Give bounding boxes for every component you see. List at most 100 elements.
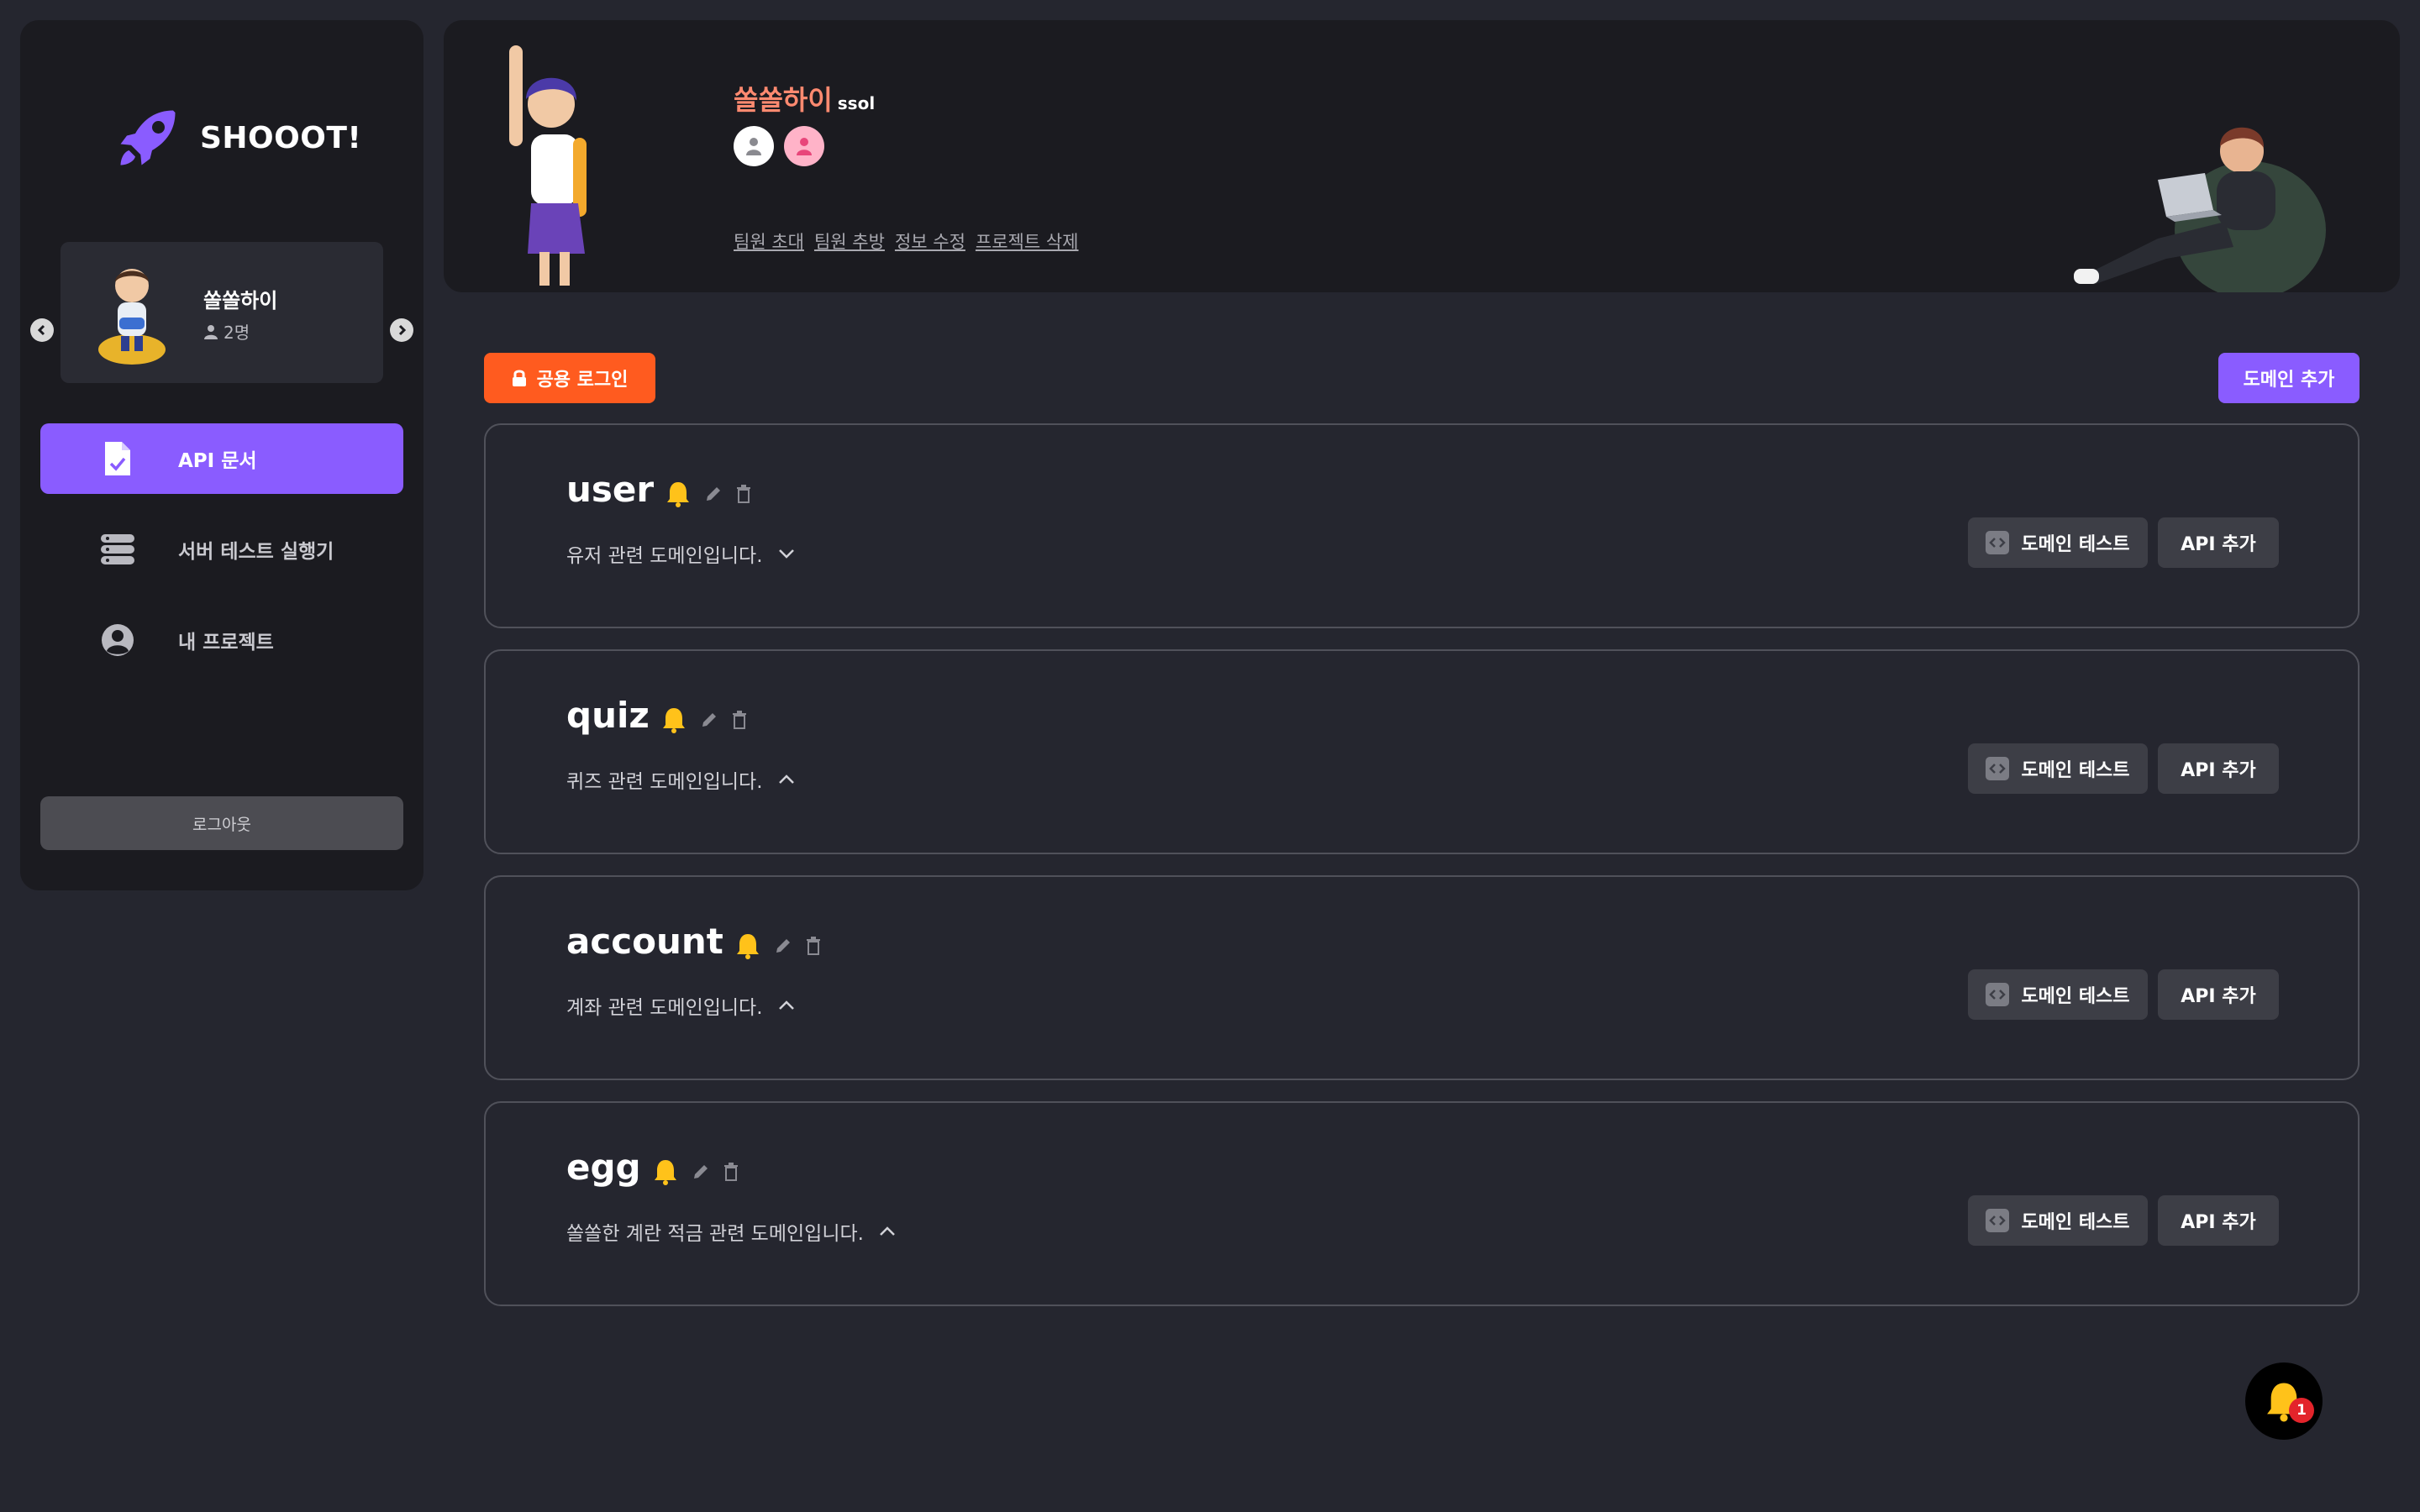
nav-label-api-docs: API 문서 bbox=[178, 450, 257, 472]
domain-card-account: account 계좌 관련 도메인입니다. 도메인 테스트 API 추가 bbox=[484, 875, 2360, 1080]
remove-member-link[interactable]: 팀원 추방 bbox=[814, 228, 885, 254]
member-avatar[interactable] bbox=[784, 126, 824, 166]
bell-icon[interactable] bbox=[666, 480, 691, 507]
edit-info-link[interactable]: 정보 수정 bbox=[895, 228, 965, 254]
project-header: 쏠쏠하이 ssol 팀원 초대 팀원 추방 정보 수정 프로젝트 삭제 bbox=[444, 20, 2400, 292]
person-icon bbox=[204, 324, 218, 339]
team-name: 쏠쏠하이 bbox=[734, 84, 833, 116]
edit-icon[interactable] bbox=[704, 485, 723, 503]
domain-description-text: 계좌 관련 도메인입니다. bbox=[566, 997, 763, 1019]
brand-name: SHOOOT! bbox=[200, 120, 362, 155]
nav-item-server-test[interactable]: 서버 테스트 실행기 bbox=[40, 514, 403, 585]
sidebar: SHOOOT! 쏠쏠하이 2명 API 문서 서버 테스트 실행기 내 프로젝트… bbox=[20, 20, 424, 890]
project-avatar bbox=[98, 269, 166, 365]
code-icon bbox=[1986, 531, 2010, 554]
project-card[interactable]: 쏠쏠하이 2명 bbox=[60, 242, 383, 383]
nav-item-api-docs[interactable]: API 문서 bbox=[40, 423, 403, 494]
api-add-button[interactable]: API 추가 bbox=[2158, 517, 2279, 568]
project-member-count: 2명 bbox=[203, 319, 250, 344]
document-check-icon bbox=[99, 440, 136, 477]
notification-badge: 1 bbox=[2289, 1398, 2314, 1423]
nav-label-my-project: 내 프로젝트 bbox=[178, 632, 274, 654]
domain-name: account bbox=[566, 921, 723, 962]
domain-tools bbox=[735, 932, 821, 959]
add-domain-button[interactable]: 도메인 추가 bbox=[2218, 353, 2360, 403]
notification-button[interactable]: 1 bbox=[2245, 1362, 2323, 1440]
chevron-down-icon[interactable] bbox=[778, 549, 795, 559]
user-circle-icon bbox=[99, 622, 136, 659]
delete-project-link[interactable]: 프로젝트 삭제 bbox=[976, 228, 1079, 254]
brand[interactable]: SHOOOT! bbox=[114, 104, 361, 171]
trash-icon[interactable] bbox=[806, 936, 821, 955]
domain-header: user bbox=[566, 469, 751, 510]
nav-label-server-test: 서버 테스트 실행기 bbox=[178, 541, 334, 563]
domain-description-text: 퀴즈 관련 도메인입니다. bbox=[566, 771, 763, 793]
domain-tools bbox=[666, 480, 751, 507]
domain-card-user: user 유저 관련 도메인입니다. 도메인 테스트 API 추가 bbox=[484, 423, 2360, 628]
chevron-right-icon bbox=[398, 324, 407, 336]
project-members-label: 2명 bbox=[224, 323, 250, 343]
person-icon bbox=[797, 138, 812, 155]
domain-header: quiz bbox=[566, 695, 747, 736]
domain-test-button[interactable]: 도메인 테스트 bbox=[1968, 1195, 2148, 1246]
api-add-button[interactable]: API 추가 bbox=[2158, 1195, 2279, 1246]
api-add-button[interactable]: API 추가 bbox=[2158, 969, 2279, 1020]
header-links: 팀원 초대 팀원 추방 정보 수정 프로젝트 삭제 bbox=[734, 228, 1079, 254]
edit-icon[interactable] bbox=[692, 1163, 710, 1181]
bell-icon[interactable] bbox=[661, 706, 687, 733]
domain-name: user bbox=[566, 469, 655, 510]
code-icon bbox=[1986, 1209, 2010, 1232]
edit-icon[interactable] bbox=[774, 937, 792, 955]
domain-test-button[interactable]: 도메인 테스트 bbox=[1968, 969, 2148, 1020]
shared-login-label: 공용 로그인 bbox=[536, 370, 629, 391]
server-icon bbox=[99, 531, 136, 568]
domain-test-label: 도메인 테스트 bbox=[2021, 986, 2130, 1007]
chevron-up-icon[interactable] bbox=[778, 1000, 795, 1011]
carousel-prev-button[interactable] bbox=[30, 318, 54, 342]
domain-description: 유저 관련 도메인입니다. bbox=[566, 539, 795, 568]
edit-icon[interactable] bbox=[700, 711, 718, 729]
character-illustration-left bbox=[509, 45, 587, 286]
domain-description-text: 쏠쏠한 계란 적금 관련 도메인입니다. bbox=[566, 1223, 864, 1245]
bell-icon[interactable] bbox=[653, 1158, 678, 1185]
domain-test-label: 도메인 테스트 bbox=[2021, 1212, 2130, 1233]
app-root: SHOOOT! 쏠쏠하이 2명 API 문서 서버 테스트 실행기 내 프로젝트… bbox=[0, 0, 2420, 1512]
member-avatars bbox=[734, 126, 824, 166]
domain-description: 쏠쏠한 계란 적금 관련 도메인입니다. bbox=[566, 1217, 896, 1246]
domain-test-button[interactable]: 도메인 테스트 bbox=[1968, 517, 2148, 568]
domain-description-text: 유저 관련 도메인입니다. bbox=[566, 545, 763, 567]
person-icon bbox=[746, 138, 761, 155]
shared-login-button[interactable]: 공용 로그인 bbox=[484, 353, 655, 403]
chevron-up-icon[interactable] bbox=[879, 1226, 896, 1236]
domain-card-quiz: quiz 퀴즈 관련 도메인입니다. 도메인 테스트 API 추가 bbox=[484, 649, 2360, 854]
member-avatar[interactable] bbox=[734, 126, 774, 166]
character-illustration-right bbox=[2074, 127, 2326, 292]
code-icon bbox=[1986, 757, 2010, 780]
trash-icon[interactable] bbox=[736, 484, 751, 503]
project-name: 쏠쏠하이 bbox=[203, 289, 278, 312]
api-add-button[interactable]: API 추가 bbox=[2158, 743, 2279, 794]
domain-test-label: 도메인 테스트 bbox=[2021, 534, 2130, 555]
domain-description: 퀴즈 관련 도메인입니다. bbox=[566, 765, 795, 794]
chevron-up-icon[interactable] bbox=[778, 774, 795, 785]
trash-icon[interactable] bbox=[723, 1162, 739, 1181]
team-handle: ssol bbox=[837, 93, 876, 113]
domain-tools bbox=[661, 706, 747, 733]
domain-card-egg: egg 쏠쏠한 계란 적금 관련 도메인입니다. 도메인 테스트 API 추가 bbox=[484, 1101, 2360, 1306]
bell-icon[interactable] bbox=[735, 932, 760, 959]
code-icon bbox=[1986, 983, 2010, 1006]
domain-test-button[interactable]: 도메인 테스트 bbox=[1968, 743, 2148, 794]
trash-icon[interactable] bbox=[732, 710, 747, 729]
nav-item-my-project[interactable]: 내 프로젝트 bbox=[40, 605, 403, 675]
team-title: 쏠쏠하이 ssol bbox=[734, 79, 875, 118]
domain-header: egg bbox=[566, 1147, 739, 1188]
carousel-next-button[interactable] bbox=[390, 318, 413, 342]
domain-name: egg bbox=[566, 1147, 641, 1188]
domain-header: account bbox=[566, 921, 821, 962]
logout-button[interactable]: 로그아웃 bbox=[40, 796, 403, 850]
domain-tools bbox=[653, 1158, 739, 1185]
domain-test-label: 도메인 테스트 bbox=[2021, 760, 2130, 781]
lock-icon bbox=[512, 370, 526, 386]
domain-description: 계좌 관련 도메인입니다. bbox=[566, 991, 795, 1020]
invite-member-link[interactable]: 팀원 초대 bbox=[734, 228, 804, 254]
